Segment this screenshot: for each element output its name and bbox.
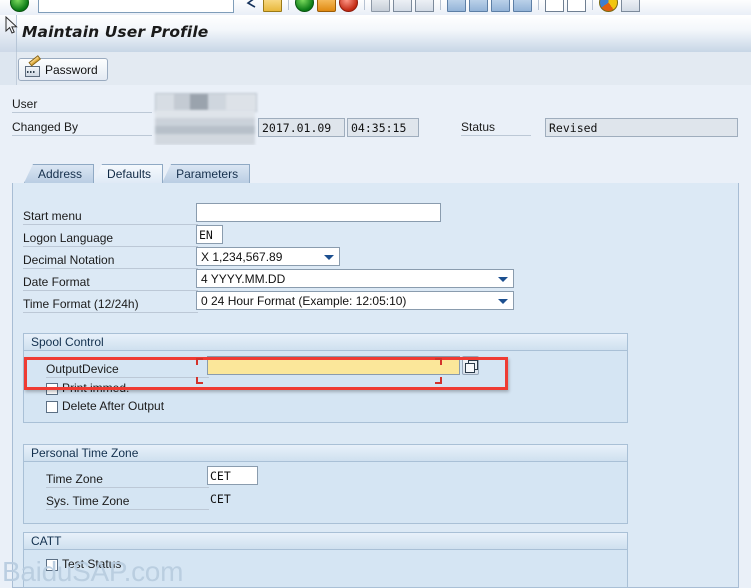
- tab-parameters[interactable]: Parameters: [162, 164, 251, 183]
- watermark: BaiduSAP.com: [2, 556, 184, 587]
- application-toolbar: Password: [0, 52, 751, 86]
- toolbar-separator: [538, 0, 539, 10]
- decimal-notation-dropdown[interactable]: X 1,234,567.89: [196, 247, 340, 266]
- sap-gui-window: Maintain User Profile Password User Chan…: [0, 0, 751, 588]
- header-fields: User Changed By 2017.01.09 04:35:15 Stat…: [0, 85, 751, 145]
- status-value-field: Revised: [545, 118, 738, 137]
- find-icon[interactable]: [393, 0, 412, 12]
- enter-arrow-icon[interactable]: [243, 0, 260, 11]
- toolbar-separator: [364, 0, 365, 10]
- sys-time-zone-underline: [46, 509, 209, 510]
- first-page-icon[interactable]: [447, 0, 466, 12]
- tab-address[interactable]: Address: [24, 164, 95, 183]
- time-format-label: Time Format (12/24h): [23, 297, 139, 311]
- search-help-f4-icon[interactable]: [462, 356, 479, 375]
- page-title: Maintain User Profile: [22, 23, 209, 41]
- print-icon[interactable]: [371, 0, 390, 12]
- output-device-focus-brackets: [196, 358, 442, 384]
- system-toolbar: [0, 0, 751, 16]
- export-icon[interactable]: [567, 0, 586, 12]
- print-immed-label: Print immed.: [62, 381, 130, 395]
- toolbar-separator: [288, 0, 289, 10]
- output-device-underline: [46, 377, 209, 378]
- chevron-down-icon: [498, 298, 508, 304]
- last-page-icon[interactable]: [513, 0, 532, 12]
- changed-by-label: Changed By: [12, 120, 79, 134]
- status-label: Status: [461, 120, 496, 134]
- time-zone-label: Time Zone: [46, 472, 103, 486]
- personal-time-zone-group: Personal Time Zone Time Zone CET Sys. Ti…: [23, 444, 628, 524]
- app-toolbar-left-strip: [0, 52, 17, 85]
- tab-parameters-label: Parameters: [176, 167, 239, 181]
- password-button-label: Password: [45, 62, 98, 77]
- exit-red-icon[interactable]: [339, 0, 358, 12]
- changed-date-field: 2017.01.09: [258, 118, 345, 137]
- decimal-notation-value: X 1,234,567.89: [201, 249, 283, 264]
- time-format-underline: [23, 312, 198, 313]
- catt-title: CATT: [24, 533, 627, 550]
- date-format-label: Date Format: [23, 275, 90, 289]
- changed-time-field: 04:35:15: [347, 118, 419, 137]
- status-label-underline: [461, 135, 531, 136]
- date-format-underline: [23, 290, 198, 291]
- personal-time-zone-title: Personal Time Zone: [24, 445, 627, 462]
- date-format-value: 4 YYYY.MM.DD: [201, 271, 286, 286]
- user-label: User: [12, 97, 38, 111]
- chevron-down-icon: [324, 254, 334, 260]
- start-menu-label: Start menu: [23, 209, 82, 223]
- start-menu-input[interactable]: [196, 203, 441, 222]
- changed-by-label-underline: [12, 135, 152, 136]
- time-format-value: 0 24 Hour Format (Example: 12:05:10): [201, 293, 407, 308]
- mouse-cursor: [5, 15, 19, 36]
- date-format-dropdown[interactable]: 4 YYYY.MM.DD: [196, 269, 514, 288]
- logon-language-label: Logon Language: [23, 231, 114, 245]
- sys-time-zone-label: Sys. Time Zone: [46, 494, 130, 508]
- layout-menu-icon[interactable]: [621, 0, 640, 12]
- password-card-pen-icon: [25, 55, 41, 77]
- title-bar: Maintain User Profile: [0, 15, 751, 53]
- output-device-label: OutputDevice: [46, 362, 119, 376]
- tab-address-label: Address: [38, 167, 83, 181]
- start-menu-underline: [23, 224, 198, 225]
- logon-language-underline: [23, 246, 198, 247]
- time-zone-underline: [46, 487, 209, 488]
- delete-after-output-checkbox[interactable]: [46, 401, 58, 413]
- user-label-underline: [12, 112, 152, 113]
- changed-by-value-redacted[interactable]: [155, 110, 255, 145]
- toolbar-separator: [592, 0, 593, 10]
- next-page-icon[interactable]: [491, 0, 510, 12]
- spreadsheet-icon[interactable]: [545, 0, 564, 12]
- find-next-icon[interactable]: [415, 0, 434, 12]
- password-button[interactable]: Password: [18, 55, 108, 81]
- decimal-notation-label: Decimal Notation: [23, 253, 115, 267]
- command-field[interactable]: [38, 0, 234, 13]
- tab-list: Address Defaults Parameters: [24, 164, 251, 183]
- delete-after-output-label: Delete After Output: [62, 399, 165, 413]
- time-zone-input[interactable]: CET: [207, 466, 258, 485]
- time-format-dropdown[interactable]: 0 24 Hour Format (Example: 12:05:10): [196, 291, 514, 310]
- toolbar-separator: [440, 0, 441, 10]
- tab-defaults-label: Defaults: [107, 167, 152, 181]
- save-yellow-icon[interactable]: [263, 0, 282, 12]
- help-icon[interactable]: [599, 0, 618, 12]
- sys-time-zone-value: CET: [210, 492, 231, 506]
- cancel-orange-icon[interactable]: [317, 0, 336, 12]
- check-green-icon[interactable]: [295, 0, 314, 12]
- defaults-tab-panel: Start menu Logon Language EN Decimal Not…: [12, 183, 739, 588]
- tab-defaults[interactable]: Defaults: [93, 164, 164, 183]
- back-green-icon[interactable]: [10, 0, 29, 12]
- logon-language-input[interactable]: EN: [196, 225, 223, 244]
- chevron-down-icon: [498, 276, 508, 282]
- print-immed-checkbox[interactable]: [46, 383, 58, 395]
- previous-page-icon[interactable]: [469, 0, 488, 12]
- decimal-notation-underline: [23, 268, 198, 269]
- spool-control-title: Spool Control: [24, 334, 627, 351]
